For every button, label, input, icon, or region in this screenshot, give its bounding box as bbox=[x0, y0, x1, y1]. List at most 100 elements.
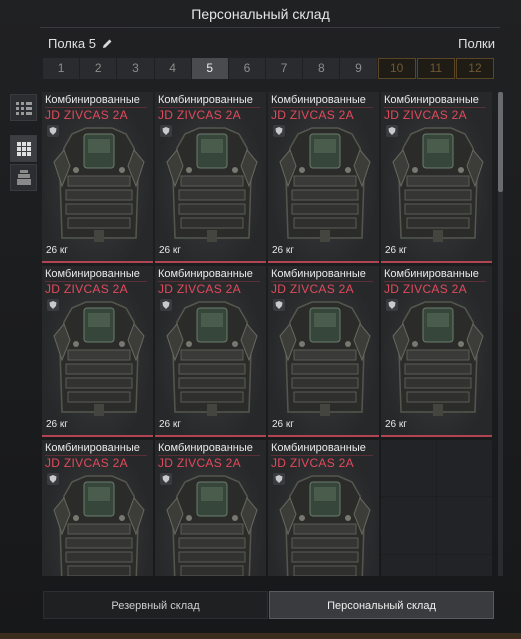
item-weight: 26 кг bbox=[385, 419, 407, 430]
stack-icon bbox=[16, 169, 31, 185]
item-weight: 26 кг bbox=[272, 419, 294, 430]
item-card[interactable]: Комбинированные JD ZIVCAS 2A 26 кг bbox=[268, 92, 379, 263]
item-card[interactable]: Комбинированные JD ZIVCAS 2A 26 кг bbox=[381, 266, 492, 437]
item-weight: 26 кг bbox=[46, 419, 68, 430]
shelf-tab-9[interactable]: 9 bbox=[340, 58, 377, 79]
item-weight: 26 кг bbox=[385, 245, 407, 256]
shelf-name: Полка 5 bbox=[48, 36, 113, 51]
item-category: Комбинированные bbox=[158, 94, 253, 106]
empty-cell bbox=[437, 497, 492, 554]
empty-cell bbox=[381, 554, 436, 576]
item-weight: 26 кг bbox=[159, 419, 181, 430]
window-title: Персональный склад bbox=[191, 6, 330, 22]
shelf-tab-1[interactable]: 1 bbox=[43, 58, 80, 79]
item-name: JD ZIVCAS 2A bbox=[45, 456, 128, 470]
item-name: JD ZIVCAS 2A bbox=[158, 456, 241, 470]
shelf-tab-2[interactable]: 2 bbox=[80, 58, 117, 79]
vest-icon bbox=[279, 127, 371, 242]
item-weight: 26 кг bbox=[272, 245, 294, 256]
shelves-link[interactable]: Полки bbox=[458, 36, 495, 51]
item-category: Комбинированные bbox=[45, 94, 140, 106]
vest-icon bbox=[53, 301, 145, 416]
stack-view-button[interactable] bbox=[10, 164, 37, 191]
reserve-storage-button[interactable]: Резервный склад bbox=[43, 591, 268, 619]
empty-cell bbox=[381, 440, 436, 497]
vest-icon bbox=[53, 475, 145, 576]
item-grid: Комбинированные JD ZIVCAS 2A 26 кг Комбин… bbox=[42, 92, 495, 576]
vest-icon bbox=[392, 127, 484, 242]
vest-icon bbox=[166, 127, 258, 242]
item-category: Комбинированные bbox=[45, 268, 140, 280]
grid-view-icon bbox=[16, 141, 31, 156]
shelf-tab-11[interactable]: 11 bbox=[416, 58, 455, 79]
vest-icon bbox=[279, 475, 371, 576]
item-name: JD ZIVCAS 2A bbox=[45, 108, 128, 122]
item-name: JD ZIVCAS 2A bbox=[384, 108, 467, 122]
vest-icon bbox=[392, 301, 484, 416]
shield-icon bbox=[273, 299, 285, 311]
item-category: Комбинированные bbox=[384, 94, 479, 106]
shelf-name-label: Полка 5 bbox=[48, 36, 96, 51]
shelf-tab-6[interactable]: 6 bbox=[228, 58, 266, 79]
item-category: Комбинированные bbox=[45, 442, 140, 454]
shelf-tab-3[interactable]: 3 bbox=[117, 58, 154, 79]
item-card[interactable]: Комбинированные JD ZIVCAS 2A 26 кг bbox=[155, 266, 266, 437]
pencil-icon[interactable] bbox=[101, 38, 113, 50]
shield-icon bbox=[47, 125, 59, 137]
shelf-tab-7[interactable]: 7 bbox=[266, 58, 303, 79]
scrollbar-thumb[interactable] bbox=[498, 92, 503, 192]
item-card[interactable]: Комбинированные JD ZIVCAS 2A bbox=[268, 440, 379, 576]
title-divider bbox=[40, 27, 500, 28]
shelf-tab-5[interactable]: 5 bbox=[191, 58, 228, 79]
item-category: Комбинированные bbox=[384, 268, 479, 280]
item-category: Комбинированные bbox=[271, 94, 366, 106]
shelf-tab-8[interactable]: 8 bbox=[303, 58, 340, 79]
empty-slot[interactable] bbox=[381, 440, 492, 576]
item-weight: 26 кг bbox=[159, 245, 181, 256]
item-name: JD ZIVCAS 2A bbox=[45, 282, 128, 296]
vest-icon bbox=[53, 127, 145, 242]
shelf-tab-4[interactable]: 4 bbox=[154, 58, 191, 79]
item-category: Комбинированные bbox=[158, 442, 253, 454]
item-card[interactable]: Комбинированные JD ZIVCAS 2A bbox=[42, 440, 153, 576]
footer-bar bbox=[0, 633, 521, 639]
item-category: Комбинированные bbox=[271, 442, 366, 454]
personal-storage-button[interactable]: Персональный склад bbox=[269, 591, 494, 619]
item-card[interactable]: Комбинированные JD ZIVCAS 2A 26 кг bbox=[268, 266, 379, 437]
empty-cell bbox=[437, 440, 492, 497]
item-card[interactable]: Комбинированные JD ZIVCAS 2A bbox=[155, 440, 266, 576]
item-card[interactable]: Комбинированные JD ZIVCAS 2A 26 кг bbox=[42, 92, 153, 263]
shelf-tab-12[interactable]: 12 bbox=[455, 58, 495, 79]
item-category: Комбинированные bbox=[158, 268, 253, 280]
item-name: JD ZIVCAS 2A bbox=[158, 282, 241, 296]
list-view-icon bbox=[15, 101, 32, 115]
vest-icon bbox=[279, 301, 371, 416]
shield-icon bbox=[160, 299, 172, 311]
item-weight: 26 кг bbox=[46, 245, 68, 256]
empty-cell bbox=[381, 497, 436, 554]
shield-icon bbox=[386, 125, 398, 137]
shelf-tab-10[interactable]: 10 bbox=[377, 58, 416, 79]
shield-icon bbox=[273, 125, 285, 137]
item-name: JD ZIVCAS 2A bbox=[271, 456, 354, 470]
item-name: JD ZIVCAS 2A bbox=[158, 108, 241, 122]
shield-icon bbox=[273, 473, 285, 485]
item-name: JD ZIVCAS 2A bbox=[384, 282, 467, 296]
shield-icon bbox=[160, 473, 172, 485]
shield-icon bbox=[160, 125, 172, 137]
scrollbar[interactable] bbox=[498, 92, 503, 576]
storage-switcher: Резервный склад Персональный склад bbox=[43, 591, 494, 619]
item-card[interactable]: Комбинированные JD ZIVCAS 2A 26 кг bbox=[155, 92, 266, 263]
item-name: JD ZIVCAS 2A bbox=[271, 282, 354, 296]
empty-cell bbox=[437, 554, 492, 576]
item-card[interactable]: Комбинированные JD ZIVCAS 2A 26 кг bbox=[381, 92, 492, 263]
item-name: JD ZIVCAS 2A bbox=[271, 108, 354, 122]
shelf-tabs: 1 2 3 4 5 6 7 8 9 10 11 12 bbox=[43, 58, 495, 79]
list-view-button[interactable] bbox=[10, 94, 37, 121]
grid-view-button[interactable] bbox=[10, 135, 37, 162]
shield-icon bbox=[47, 299, 59, 311]
vest-icon bbox=[166, 475, 258, 576]
item-category: Комбинированные bbox=[271, 268, 366, 280]
item-card[interactable]: Комбинированные JD ZIVCAS 2A 26 кг bbox=[42, 266, 153, 437]
shield-icon bbox=[386, 299, 398, 311]
